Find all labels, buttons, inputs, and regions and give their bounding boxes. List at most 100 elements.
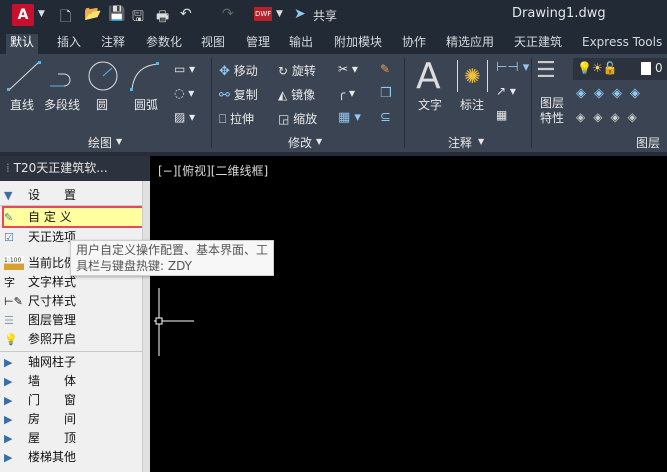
panel-title: T20天正建筑软...	[13, 161, 108, 175]
array-icon[interactable]: ▦ ▾	[338, 110, 361, 125]
draw-panel-label[interactable]: 绘图	[88, 134, 112, 151]
tab-featured-apps[interactable]: 精选应用	[442, 34, 498, 54]
drawing-canvas[interactable]	[152, 156, 667, 472]
erase-icon[interactable]: ✎	[380, 62, 390, 76]
divider	[404, 58, 405, 148]
section-settings[interactable]: ▼ 设 置	[0, 186, 145, 205]
item-label: 天正选项	[28, 230, 77, 244]
explode-icon[interactable]: ❒	[380, 86, 392, 101]
rectangle-icon[interactable]: ▭ ▾	[174, 62, 195, 76]
hatch-icon[interactable]: ▨ ▾	[174, 110, 195, 124]
dimension-icon[interactable]: ✺	[457, 60, 488, 92]
group-stairs-other[interactable]: ▶ 楼梯其他	[0, 448, 145, 467]
item-label: 图层管理	[28, 313, 77, 327]
mirror-button[interactable]: ◭ 镜像	[278, 86, 315, 103]
circle-button[interactable]: 圆	[96, 96, 108, 113]
menu-item-customize[interactable]: ✎ 自 定 义	[0, 208, 145, 227]
copy-button[interactable]: ⚯ 复制	[219, 86, 258, 103]
tab-collaborate[interactable]: 协作	[398, 34, 430, 54]
tab-tangent[interactable]: 天正建筑	[510, 34, 566, 54]
menu-item-layer-manager[interactable]: ☰ 图层管理	[0, 311, 145, 330]
app-menu-dropdown-icon[interactable]: ▼	[38, 9, 45, 19]
layer-properties-icon[interactable]: ☰	[536, 58, 556, 83]
undo-icon[interactable]: ↶	[180, 6, 192, 22]
save-as-icon[interactable]: 🖫	[132, 6, 144, 30]
tab-parametric[interactable]: 参数化	[142, 34, 186, 54]
layers-panel-label[interactable]: 图层	[636, 134, 660, 151]
linear-dimension-icon[interactable]: ⊢⊣ ▾	[496, 60, 529, 75]
tab-express-tools[interactable]: Express Tools	[578, 34, 666, 54]
stretch-button[interactable]: ⎕ 拉伸	[219, 110, 254, 127]
tab-annotate[interactable]: 注释	[97, 34, 129, 54]
tab-insert[interactable]: 插入	[53, 34, 85, 54]
collapsed-arrow-icon: ▶	[4, 375, 13, 388]
redo-icon[interactable]: ↷	[222, 6, 234, 22]
menu-item-dimension-style[interactable]: ⊢✎ 尺寸样式	[0, 292, 145, 311]
text-style-icon: 字	[4, 276, 15, 289]
line-button[interactable]: 直线	[10, 96, 34, 113]
leader-icon[interactable]: ↗ ▾	[496, 84, 516, 98]
open-file-icon[interactable]: 📂	[84, 6, 101, 22]
copy-icon: ⚯	[219, 88, 230, 103]
save-icon[interactable]: 💾	[108, 6, 125, 22]
layer-properties-button[interactable]: 图层 特性	[540, 96, 564, 126]
title-bar: A ▼ 🗋 📂 💾 🖫 🖶 ↶ ↷ DWF ▼ ➤ 共享 Drawing1.dw…	[0, 0, 667, 30]
tab-manage[interactable]: 管理	[242, 34, 274, 54]
arc-button[interactable]: 圆弧	[134, 96, 158, 113]
ribbon: 直线 多段线 圆 圆弧 ▭ ▾ ◌ ▾ ▨ ▾ 绘图 ▼ ✥ 移动 ↻ 旋转 ⚯…	[0, 54, 667, 152]
layer-dropdown[interactable]: 💡☀🔓 0	[573, 58, 667, 80]
table-icon[interactable]: ▦	[496, 108, 507, 122]
layer-tools-row2-icons[interactable]: ◈◈◈◈	[576, 110, 645, 124]
tooltip-line: 用户自定义操作配置、基本界面、工	[76, 243, 269, 257]
copy-label: 复制	[233, 88, 258, 102]
current-layer-name: 0	[655, 61, 663, 75]
polyline-button[interactable]: 多段线	[44, 96, 80, 113]
layer-properties-label-2: 特性	[540, 111, 565, 125]
chevron-down-icon[interactable]: ▼	[478, 137, 484, 146]
panel-header[interactable]: ⁞ T20天正建筑软...	[0, 156, 150, 181]
ellipse-icon[interactable]: ◌ ▾	[174, 86, 194, 100]
tab-output[interactable]: 输出	[285, 34, 317, 54]
panel-scrollbar[interactable]	[142, 181, 150, 472]
layer-tools-row1-icons[interactable]: ◈◈◈◈	[576, 86, 648, 101]
new-file-icon[interactable]: 🗋	[60, 6, 71, 30]
move-button[interactable]: ✥ 移动	[219, 62, 258, 79]
offset-icon[interactable]: ⊆	[380, 110, 391, 125]
share-button[interactable]: 共享	[313, 7, 337, 24]
move-label: 移动	[233, 64, 258, 78]
scale-label: 缩放	[293, 112, 318, 126]
app-logo[interactable]: A	[12, 4, 34, 26]
share-icon[interactable]: ➤	[294, 6, 306, 22]
layer-properties-label: 图层	[540, 96, 565, 110]
fillet-icon[interactable]: ╭ ▾	[338, 86, 355, 100]
print-icon[interactable]: 🖶	[156, 6, 169, 30]
customize-dropdown-icon[interactable]: ▼	[276, 9, 283, 19]
modify-panel-label[interactable]: 修改	[288, 134, 312, 151]
dwf-icon[interactable]: DWF	[254, 7, 273, 21]
group-room[interactable]: ▶ 房 间	[0, 410, 145, 429]
tab-default[interactable]: 默认	[6, 34, 39, 54]
chevron-down-icon[interactable]: ▼	[316, 137, 322, 146]
chevron-down-icon[interactable]: ▼	[116, 137, 122, 146]
group-door-window[interactable]: ▶ 门 窗	[0, 391, 145, 410]
trim-icon[interactable]: ✂ ▾	[338, 62, 358, 76]
menu-item-reference[interactable]: 💡 参照开启	[0, 330, 145, 349]
group-roof[interactable]: ▶ 屋 顶	[0, 429, 145, 448]
tab-addins[interactable]: 附加模块	[330, 34, 386, 54]
tab-view[interactable]: 视图	[197, 34, 229, 54]
dimension-button[interactable]: 标注	[460, 96, 484, 113]
annotation-panel-label[interactable]: 注释	[448, 134, 472, 151]
item-label: 当前比例	[28, 256, 77, 270]
scale-button[interactable]: ◲ 缩放	[278, 110, 317, 127]
group-axis-column[interactable]: ▶ 轴网柱子	[0, 353, 145, 372]
rotate-button[interactable]: ↻ 旋转	[278, 62, 316, 79]
ribbon-tabs: 默认 插入 注释 参数化 视图 管理 输出 附加模块 协作 精选应用 天正建筑 …	[0, 30, 667, 54]
grip-icon[interactable]: ⁞	[6, 161, 14, 175]
mirror-label: 镜像	[291, 88, 316, 102]
text-button[interactable]: 文字	[418, 96, 442, 113]
collapsed-arrow-icon: ▶	[4, 356, 13, 369]
group-wall[interactable]: ▶ 墙 体	[0, 372, 145, 391]
rotate-icon: ↻	[278, 64, 289, 78]
text-icon[interactable]: A	[416, 56, 441, 97]
viewport-controls[interactable]: [−][俯视][二维线框]	[158, 162, 268, 179]
